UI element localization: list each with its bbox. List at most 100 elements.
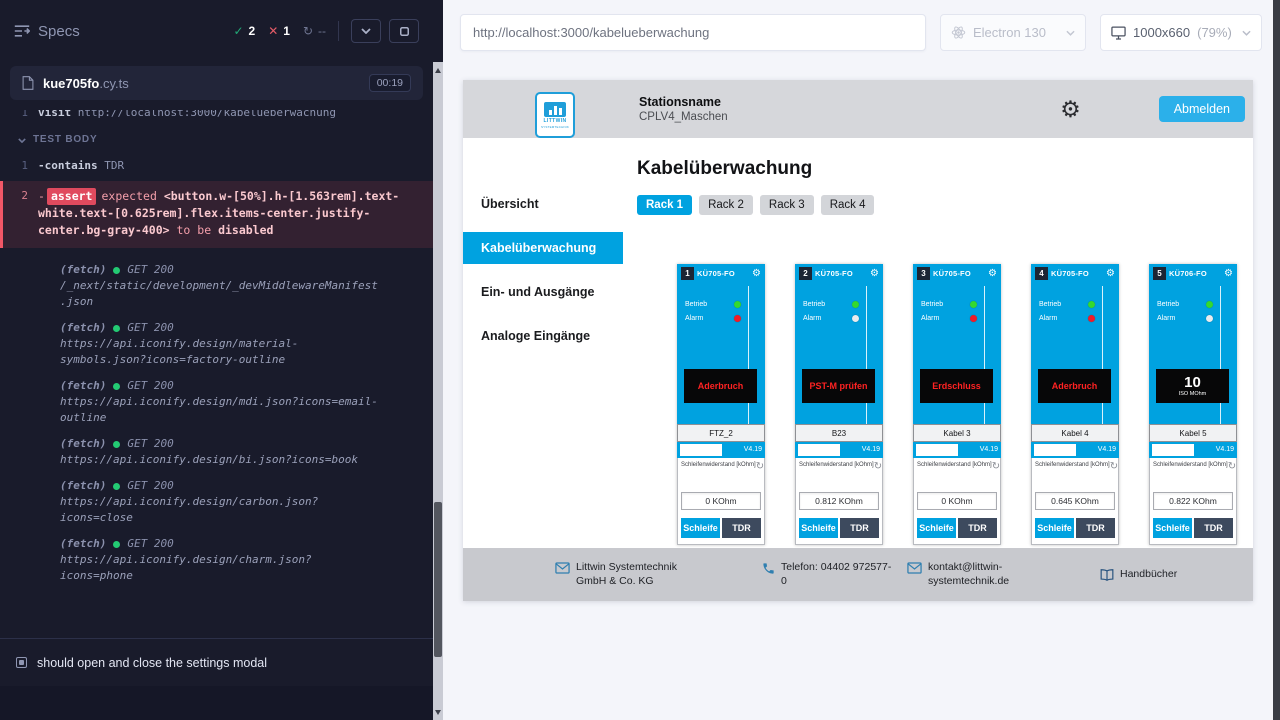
collapse-chevron-button[interactable] <box>351 19 381 43</box>
next-test-title: should open and close the settings modal <box>37 656 267 670</box>
footer-contact-item[interactable]: kontakt@littwin-systemtechnik.de <box>907 561 1056 588</box>
module-gear-icon[interactable]: ⚙ <box>988 268 997 279</box>
nav-item-ein-und-ausgänge[interactable]: Ein- und Ausgänge <box>463 276 623 308</box>
viewport-icon <box>1111 26 1126 40</box>
module-gear-icon[interactable]: ⚙ <box>1224 268 1233 279</box>
stat-pending[interactable]: ↻-- <box>303 24 326 38</box>
tdr-button[interactable]: TDR <box>1194 518 1233 538</box>
rack-tab-rack-4[interactable]: Rack 4 <box>821 195 875 215</box>
schleife-button[interactable]: Schleife <box>681 518 720 538</box>
phone-icon <box>762 562 775 575</box>
browser-label: Electron 130 <box>973 25 1046 40</box>
fetch-tag: (fetch) <box>60 436 106 452</box>
module-card: 5 KÜ706-FO ⚙ Betrieb Alarm 10 ISO MOhm K… <box>1149 264 1237 545</box>
scrollbar-thumb[interactable] <box>434 502 442 657</box>
command-visit[interactable]: 1 visit http://localhost:3000/kabelueber… <box>0 110 433 121</box>
betrieb-led <box>1206 301 1213 308</box>
terminal-strip-line <box>984 286 985 424</box>
rack-tab-rack-3[interactable]: Rack 3 <box>760 195 814 215</box>
schleife-button[interactable]: Schleife <box>917 518 956 538</box>
schleife-button[interactable]: Schleife <box>1153 518 1192 538</box>
fetch-url: https://api.iconify.design/carbon.json?i… <box>60 494 382 526</box>
nav-item-analoge-eingänge[interactable]: Analoge Eingänge <box>463 320 623 352</box>
alarm-led <box>1206 315 1213 322</box>
command-assert-failed[interactable]: 2 -assertexpected <button.w-[50%].h-[1.5… <box>0 181 433 248</box>
display-box <box>1034 444 1076 456</box>
footer-contact-item[interactable]: Handbücher <box>1100 568 1177 582</box>
scrollbar-track[interactable] <box>433 62 443 720</box>
next-test-row[interactable]: should open and close the settings modal <box>0 638 433 686</box>
fetch-url: https://api.iconify.design/bi.json?icons… <box>60 452 382 468</box>
spec-file-row[interactable]: kue705fo.cy.ts 00:19 <box>10 66 423 100</box>
rack-tab-label: Rack 4 <box>830 199 866 211</box>
viewport-select[interactable]: 1000x660 (79%) <box>1100 14 1262 51</box>
logo-text: LITTWIN <box>543 118 566 124</box>
module-model: KÜ705-FO <box>1051 269 1089 278</box>
betrieb-label: Betrieb <box>1157 301 1179 308</box>
betrieb-label: Betrieb <box>803 301 825 308</box>
cable-name: B23 <box>795 424 883 442</box>
schleife-button[interactable]: Schleife <box>799 518 838 538</box>
tdr-button[interactable]: TDR <box>958 518 997 538</box>
refresh-icon[interactable]: ↻ <box>1228 462 1236 471</box>
refresh-icon[interactable]: ↻ <box>756 462 764 471</box>
logout-button[interactable]: Abmelden <box>1159 96 1245 122</box>
rack-tab-rack-1[interactable]: Rack 1 <box>637 195 692 215</box>
command-arg: TDR <box>104 159 124 172</box>
window-scrollbar[interactable] <box>1273 0 1280 720</box>
browser-select[interactable]: Electron 130 <box>940 14 1086 51</box>
specs-menu[interactable]: Specs <box>14 23 80 40</box>
address-bar[interactable] <box>460 14 926 51</box>
scroll-up-arrow[interactable] <box>433 63 443 77</box>
stop-button[interactable] <box>389 19 419 43</box>
refresh-icon[interactable]: ↻ <box>992 462 1000 471</box>
betrieb-label: Betrieb <box>1039 301 1061 308</box>
fetch-log-entry[interactable]: (fetch) GET 200 https://api.iconify.desi… <box>60 378 433 426</box>
fetch-tag: (fetch) <box>60 320 106 336</box>
divider <box>338 21 339 41</box>
tdr-button[interactable]: TDR <box>1076 518 1115 538</box>
nav-item-übersicht[interactable]: Übersicht <box>463 188 623 220</box>
refresh-icon[interactable]: ↻ <box>1110 462 1118 471</box>
module-gear-icon[interactable]: ⚙ <box>1106 268 1115 279</box>
spec-file-name: kue705fo.cy.ts <box>43 76 129 91</box>
fetch-log-entry[interactable]: (fetch) GET 200 /_next/static/developmen… <box>60 262 433 310</box>
alarm-led <box>734 315 741 322</box>
test-body-section[interactable]: TEST BODY <box>0 121 433 156</box>
alarm-label: Alarm <box>803 315 821 322</box>
reporter-scrollbar[interactable] <box>433 0 443 720</box>
cable-name: FTZ_2 <box>677 424 765 442</box>
nav-item-label: Übersicht <box>481 197 539 211</box>
alarm-led <box>970 315 977 322</box>
line-number: 1 <box>0 110 38 121</box>
cable-name: Kabel 4 <box>1031 424 1119 442</box>
schleife-button[interactable]: Schleife <box>1035 518 1074 538</box>
stat-passed[interactable]: ✓2 <box>233 24 255 38</box>
status-ok-dot <box>113 267 120 274</box>
command-name: -contains <box>38 159 98 172</box>
alarm-led <box>1088 315 1095 322</box>
refresh-icon[interactable]: ↻ <box>874 462 882 471</box>
module-gear-icon[interactable]: ⚙ <box>752 268 761 279</box>
module-gear-icon[interactable]: ⚙ <box>870 268 879 279</box>
command-arg: http://localhost:3000/kabelueberwachung <box>78 110 336 119</box>
fetch-log-entry[interactable]: (fetch) GET 200 https://api.iconify.desi… <box>60 320 433 368</box>
test-body-label: TEST BODY <box>33 132 97 148</box>
stat-failed[interactable]: ✕1 <box>268 24 290 38</box>
fetch-log-entry[interactable]: (fetch) GET 200 https://api.iconify.desi… <box>60 536 433 584</box>
nav-item-kabelüberwachung[interactable]: Kabelüberwachung <box>463 232 623 264</box>
fetch-log-entry[interactable]: (fetch) GET 200 https://api.iconify.desi… <box>60 436 433 468</box>
betrieb-led <box>734 301 741 308</box>
command-contains[interactable]: 1 -contains TDR <box>0 156 433 176</box>
command-log: 1 visit http://localhost:3000/kabelueber… <box>0 110 433 638</box>
tdr-button[interactable]: TDR <box>840 518 879 538</box>
url-input[interactable] <box>473 25 913 40</box>
module-number: 4 <box>1035 267 1048 280</box>
fetch-log-entry[interactable]: (fetch) GET 200 https://api.iconify.desi… <box>60 478 433 526</box>
footer-contact-item[interactable]: Telefon: 04402 972577-0 <box>762 561 893 588</box>
settings-gear-icon[interactable]: ⚙ <box>1060 98 1081 121</box>
rack-tab-rack-2[interactable]: Rack 2 <box>699 195 753 215</box>
scroll-down-arrow[interactable] <box>433 705 443 719</box>
tdr-button[interactable]: TDR <box>722 518 761 538</box>
footer-contact-item[interactable]: Littwin Systemtechnik GmbH & Co. KG <box>555 561 708 588</box>
